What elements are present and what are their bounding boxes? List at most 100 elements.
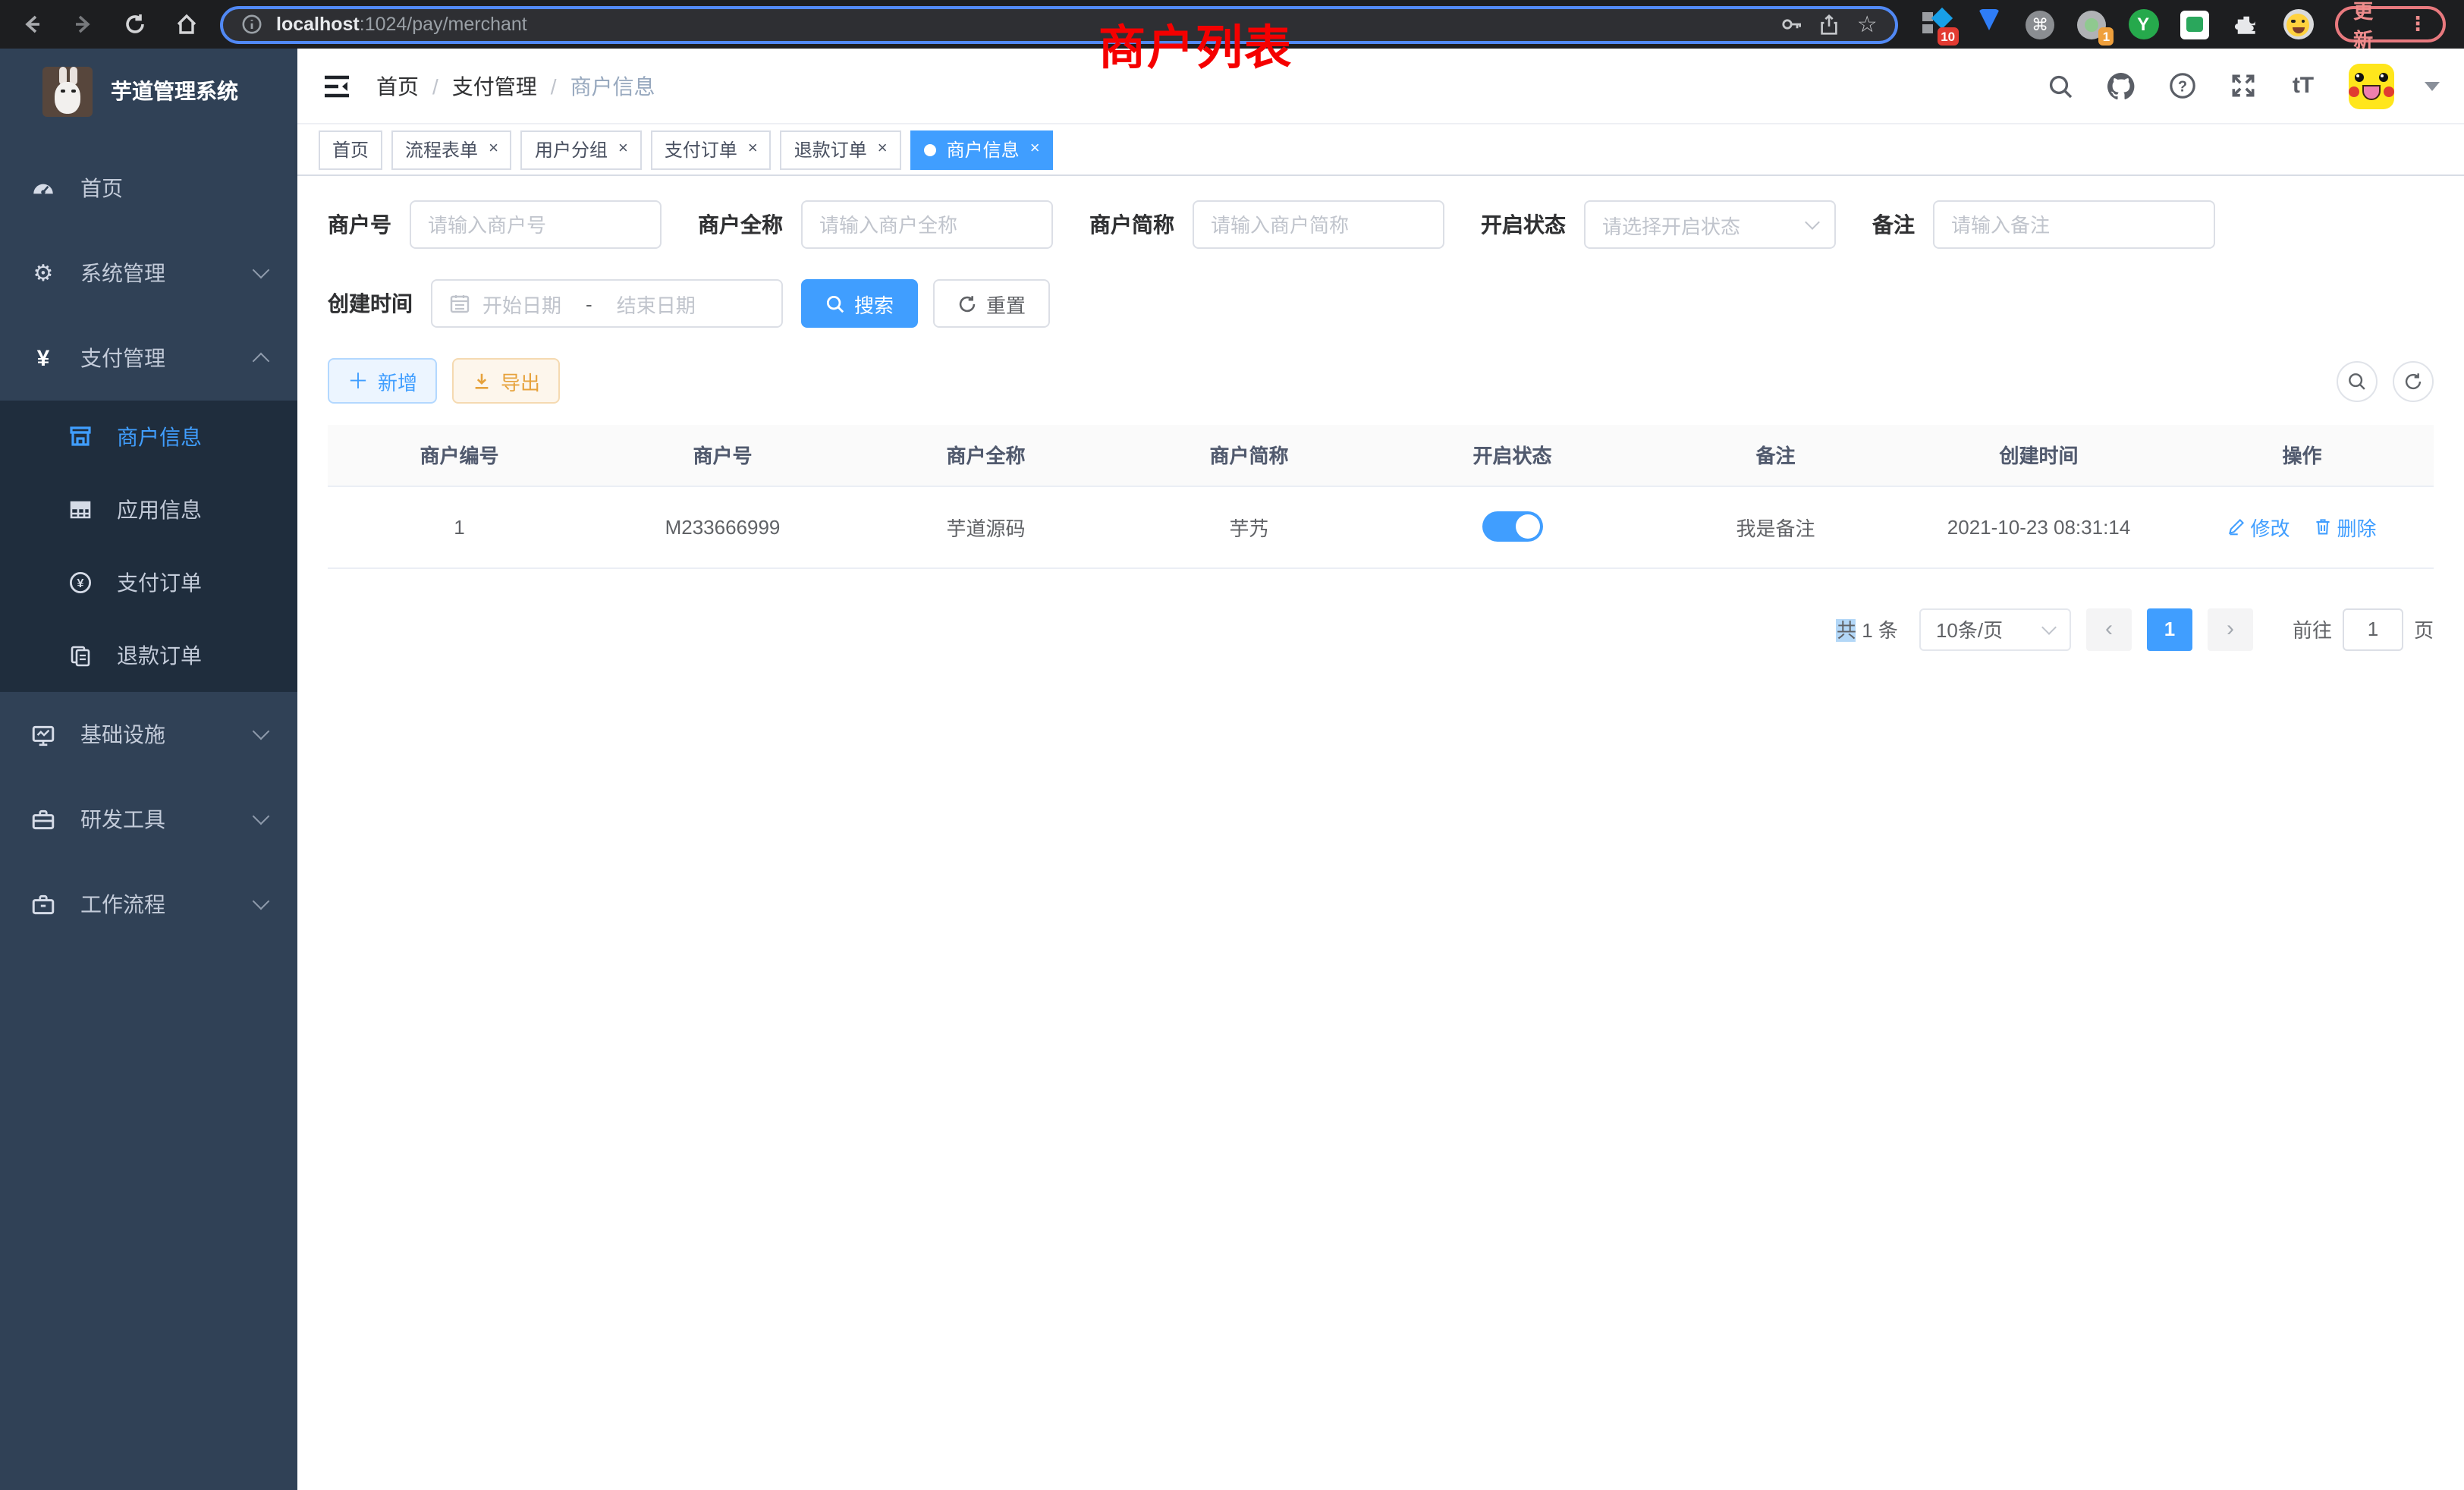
- sidebar-item-label: 退款订单: [117, 640, 202, 671]
- close-icon[interactable]: ×: [1030, 141, 1040, 158]
- browser-forward-icon[interactable]: [70, 11, 96, 37]
- browser-reload-icon[interactable]: [121, 11, 147, 37]
- page-content: 商户号 商户全称 商户简称 开启状态 请选择开启状态: [297, 176, 2464, 1490]
- next-page-button[interactable]: ›: [2208, 608, 2253, 650]
- close-icon[interactable]: ×: [878, 141, 888, 158]
- short-name-input[interactable]: [1193, 200, 1444, 249]
- pagination: 共 1 条 10条/页 ‹ 1 › 前往 页: [328, 608, 2434, 650]
- extension-proxy-icon[interactable]: 10: [1921, 8, 1953, 40]
- close-icon[interactable]: ×: [748, 141, 758, 158]
- github-icon[interactable]: [2106, 71, 2136, 101]
- sidebar-item-payment[interactable]: ¥ 支付管理: [0, 316, 297, 401]
- sidebar-item-label: 应用信息: [117, 495, 202, 525]
- app-logo-row[interactable]: 芋道管理系统: [0, 49, 297, 134]
- briefcase-icon: [30, 891, 56, 917]
- sidebar-item-home[interactable]: 首页: [0, 146, 297, 231]
- delete-button[interactable]: 删除: [2315, 512, 2377, 541]
- fullscreen-icon[interactable]: [2227, 71, 2258, 101]
- col-merchant-id: 商户编号: [328, 425, 591, 486]
- cell-remark: 我是备注: [1644, 486, 1907, 567]
- search-icon[interactable]: [2045, 71, 2076, 101]
- svg-text:?: ?: [2177, 78, 2186, 95]
- extensions-puzzle-icon[interactable]: [2230, 8, 2262, 40]
- refresh-table-button[interactable]: [2393, 360, 2434, 401]
- merchant-no-input[interactable]: [410, 200, 662, 249]
- sidebar-item-label: 基础设施: [80, 719, 165, 750]
- navbar-actions: ? tT: [2045, 63, 2440, 108]
- chevron-down-icon: [253, 808, 270, 825]
- goto-label: 前往: [2293, 615, 2332, 643]
- breadcrumb-home[interactable]: 首页: [376, 71, 419, 101]
- url-bar[interactable]: localhost:1024/pay/merchant ☆: [220, 5, 1898, 43]
- browser-menu-icon[interactable]: ⋮: [2408, 12, 2428, 36]
- add-button[interactable]: ＋ 新增: [328, 358, 437, 404]
- svg-text:¥: ¥: [77, 577, 83, 590]
- user-avatar[interactable]: [2349, 63, 2394, 108]
- create-time-range-picker[interactable]: 开始日期 - 结束日期: [431, 279, 783, 328]
- extension-yudao-icon[interactable]: Y: [2127, 8, 2159, 40]
- browser-extensions: 10 ⌘ 1 Y: [1921, 8, 2314, 40]
- share-icon[interactable]: [1816, 11, 1842, 37]
- sidebar-item-system[interactable]: ⚙ 系统管理: [0, 231, 297, 316]
- prev-page-button[interactable]: ‹: [2086, 608, 2132, 650]
- url-text[interactable]: localhost:1024/pay/merchant: [276, 14, 1766, 35]
- site-info-icon[interactable]: [238, 11, 264, 37]
- breadcrumb-payment[interactable]: 支付管理: [452, 71, 537, 101]
- sidebar-item-label: 支付订单: [117, 567, 202, 598]
- browser-home-icon[interactable]: [173, 11, 199, 37]
- password-key-icon[interactable]: [1778, 11, 1804, 37]
- tab-process-form[interactable]: 流程表单×: [391, 130, 512, 169]
- extension-command-icon[interactable]: ⌘: [2024, 8, 2056, 40]
- browser-update-button[interactable]: 更新 ⋮: [2335, 6, 2446, 42]
- monitor-icon: [30, 721, 56, 747]
- extension-recorder-icon[interactable]: 1: [2076, 8, 2107, 40]
- sidebar-collapse-icon[interactable]: [322, 71, 352, 101]
- sidebar-item-workflow[interactable]: 工作流程: [0, 862, 297, 947]
- col-merchant-no: 商户号: [591, 425, 854, 486]
- sidebar-menu: 首页 ⚙ 系统管理 ¥ 支付管理 商户信: [0, 134, 297, 947]
- search-icon: [2347, 371, 2367, 391]
- sidebar-item-pay-order[interactable]: ¥ 支付订单: [0, 546, 297, 619]
- filter-label-create-time: 创建时间: [328, 288, 413, 319]
- export-button[interactable]: 导出: [452, 358, 560, 404]
- browser-back-icon[interactable]: [18, 11, 44, 37]
- full-name-input[interactable]: [801, 200, 1053, 249]
- store-icon: [67, 425, 93, 449]
- toggle-search-button[interactable]: [2337, 360, 2378, 401]
- close-icon[interactable]: ×: [618, 141, 628, 158]
- tab-pay-order[interactable]: 支付订单×: [651, 130, 772, 169]
- filter-label-merchant-no: 商户号: [328, 209, 391, 240]
- sidebar-item-refund-order[interactable]: 退款订单: [0, 619, 297, 692]
- proxy-diamond-icon: [1931, 7, 1953, 28]
- reset-button[interactable]: 重置: [933, 279, 1050, 328]
- sidebar-item-infrastructure[interactable]: 基础设施: [0, 692, 297, 777]
- filter-label-remark: 备注: [1872, 209, 1915, 240]
- status-select[interactable]: 请选择开启状态: [1584, 200, 1836, 249]
- tab-user-group[interactable]: 用户分组×: [521, 130, 642, 169]
- filter-row-1: 商户号 商户全称 商户简称 开启状态 请选择开启状态: [328, 200, 2434, 249]
- help-icon[interactable]: ?: [2167, 71, 2197, 101]
- tab-refund-order[interactable]: 退款订单×: [781, 130, 901, 169]
- extension-chat-icon[interactable]: [2179, 8, 2211, 40]
- status-toggle[interactable]: [1482, 511, 1543, 542]
- bookmark-star-icon[interactable]: ☆: [1854, 11, 1880, 37]
- remark-input[interactable]: [1933, 200, 2215, 249]
- search-button[interactable]: 搜索: [801, 279, 918, 328]
- edit-button[interactable]: 修改: [2227, 512, 2290, 541]
- close-icon[interactable]: ×: [489, 141, 498, 158]
- extension-pin-icon[interactable]: [1972, 8, 2004, 40]
- user-menu-caret-icon[interactable]: [2425, 81, 2440, 98]
- tab-merchant-info[interactable]: 商户信息×: [910, 130, 1054, 169]
- annotation-title: 商户列表: [1098, 9, 1293, 77]
- sidebar-item-dev-tools[interactable]: 研发工具: [0, 777, 297, 862]
- goto-page-input[interactable]: [2343, 608, 2403, 650]
- browser-profile-avatar[interactable]: [2282, 8, 2314, 40]
- font-size-icon[interactable]: tT: [2288, 71, 2318, 101]
- page-size-select[interactable]: 10条/页: [1919, 608, 2071, 650]
- page-number-1[interactable]: 1: [2147, 608, 2192, 650]
- sidebar-item-merchant-info[interactable]: 商户信息: [0, 401, 297, 473]
- sidebar-item-label: 工作流程: [80, 889, 165, 919]
- sidebar-item-app-info[interactable]: 应用信息: [0, 473, 297, 546]
- update-label: 更新: [2353, 0, 2393, 53]
- tab-home[interactable]: 首页: [319, 130, 382, 169]
